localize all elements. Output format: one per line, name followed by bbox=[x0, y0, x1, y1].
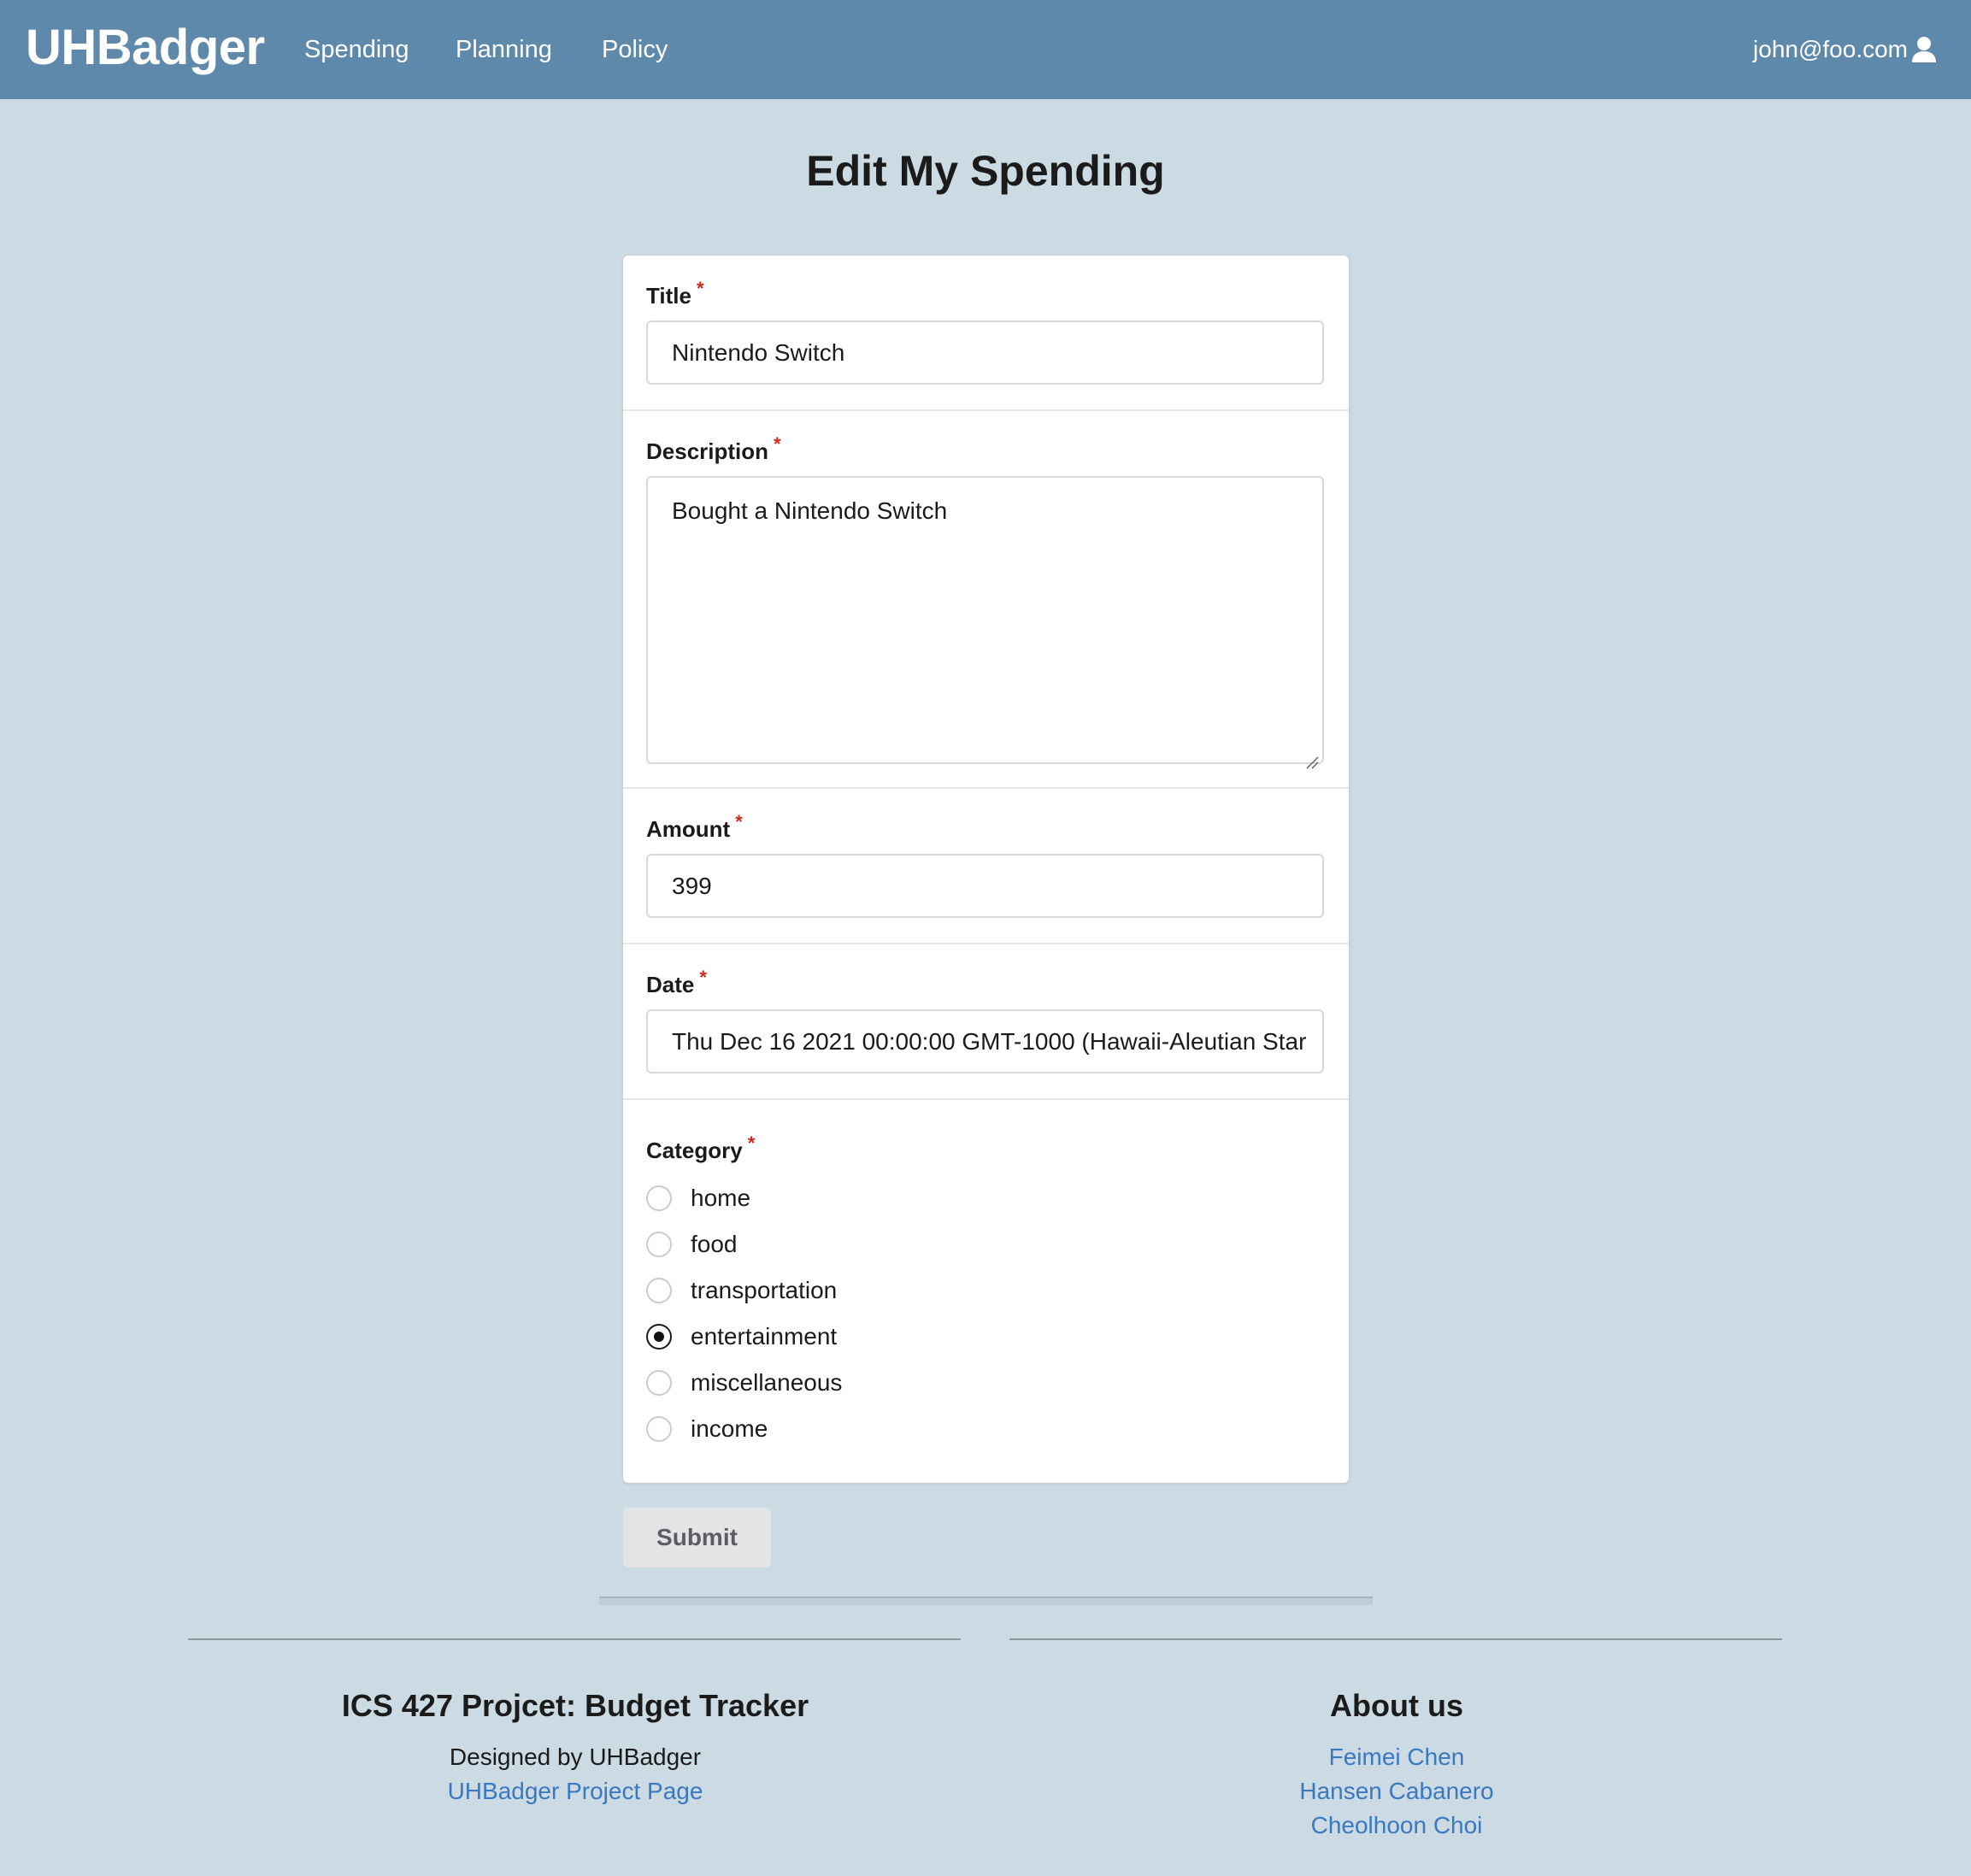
nav-planning[interactable]: Planning bbox=[456, 31, 552, 68]
required-marker: * bbox=[735, 811, 743, 832]
brand-logo[interactable]: UHBadger bbox=[26, 15, 265, 80]
radio-food[interactable] bbox=[646, 1232, 672, 1257]
description-label-text: Description bbox=[646, 438, 769, 464]
required-marker: * bbox=[747, 1132, 756, 1154]
amount-label-text: Amount bbox=[646, 816, 731, 842]
category-option-food[interactable]: food bbox=[646, 1227, 738, 1261]
category-option-miscellaneous[interactable]: miscellaneous bbox=[646, 1366, 842, 1400]
category-option-label: income bbox=[691, 1415, 768, 1442]
footer-designed-by: Designed by UHBadger bbox=[449, 1744, 702, 1770]
description-textarea[interactable]: Bought a Nintendo Switch bbox=[646, 476, 1324, 769]
category-option-income[interactable]: income bbox=[646, 1412, 768, 1446]
team-member-link[interactable]: Cheolhoon Choi bbox=[1009, 1808, 1784, 1843]
category-option-label: entertainment bbox=[691, 1323, 838, 1350]
amount-field-group: Amount * 399 bbox=[623, 789, 1349, 944]
team-member-link[interactable]: Hansen Cabanero bbox=[1009, 1774, 1784, 1808]
title-label-text: Title bbox=[646, 283, 691, 309]
category-option-label: food bbox=[691, 1231, 738, 1257]
nav-spending[interactable]: Spending bbox=[304, 31, 409, 68]
team-list: Feimei Chen Hansen Cabanero Cheolhoon Ch… bbox=[1009, 1740, 1784, 1843]
footer-divider-right bbox=[1009, 1638, 1782, 1640]
radio-miscellaneous[interactable] bbox=[646, 1370, 672, 1396]
category-option-label: home bbox=[691, 1185, 751, 1211]
description-field-group: Description * Bought a Nintendo Switch bbox=[623, 411, 1349, 789]
resize-grip-icon[interactable] bbox=[1305, 745, 1319, 769]
title-field-group: Title * Nintendo Switch bbox=[623, 256, 1349, 411]
radio-transportation[interactable] bbox=[646, 1278, 672, 1303]
title-label: Title * bbox=[646, 278, 704, 312]
footer-about-us: About us Feimei Chen Hansen Cabanero Che… bbox=[1009, 1684, 1784, 1843]
radio-home[interactable] bbox=[646, 1185, 672, 1211]
footer-project-title: ICS 427 Projcet: Budget Tracker bbox=[341, 1688, 809, 1723]
radio-entertainment[interactable] bbox=[646, 1324, 672, 1350]
category-option-label: transportation bbox=[691, 1277, 838, 1303]
user-icon bbox=[1911, 36, 1937, 63]
category-option-label: miscellaneous bbox=[691, 1369, 843, 1396]
description-label: Description * bbox=[646, 433, 781, 468]
about-us-heading: About us bbox=[1330, 1688, 1463, 1723]
category-option-entertainment[interactable]: entertainment bbox=[646, 1320, 837, 1354]
nav-policy[interactable]: Policy bbox=[602, 31, 668, 68]
category-label: Category * bbox=[646, 1132, 755, 1167]
user-email: john@foo.com bbox=[1753, 36, 1908, 62]
top-navbar: UHBadger Spending Planning Policy john@f… bbox=[0, 0, 1971, 99]
submit-button[interactable]: Submit bbox=[623, 1508, 771, 1567]
amount-label: Amount * bbox=[646, 811, 743, 845]
edit-spending-form: Title * Nintendo Switch Description * Boug… bbox=[623, 256, 1349, 1483]
form-divider bbox=[599, 1597, 1373, 1605]
description-text: Bought a Nintendo Switch bbox=[672, 497, 948, 524]
amount-input[interactable]: 399 bbox=[646, 854, 1324, 918]
date-label-text: Date bbox=[646, 972, 695, 997]
category-option-transportation[interactable]: transportation bbox=[646, 1273, 837, 1308]
date-label: Date * bbox=[646, 967, 707, 1001]
page-title: Edit My Spending bbox=[806, 147, 1165, 195]
footer-project-info: ICS 427 Projcet: Budget Tracker Designed… bbox=[188, 1684, 962, 1808]
category-label-text: Category bbox=[646, 1138, 743, 1163]
category-option-home[interactable]: home bbox=[646, 1181, 750, 1215]
category-field-group: Category * home food transportation enter… bbox=[623, 1100, 1349, 1483]
date-field-group: Date * Thu Dec 16 2021 00:00:00 GMT-1000 … bbox=[623, 944, 1349, 1100]
footer-divider-left bbox=[188, 1638, 961, 1640]
title-input[interactable]: Nintendo Switch bbox=[646, 321, 1324, 385]
required-marker: * bbox=[774, 433, 781, 455]
user-menu[interactable]: john@foo.com bbox=[1753, 31, 1937, 68]
radio-income[interactable] bbox=[646, 1416, 672, 1442]
date-input[interactable]: Thu Dec 16 2021 00:00:00 GMT-1000 (Hawai… bbox=[646, 1009, 1324, 1073]
team-member-link[interactable]: Feimei Chen bbox=[1009, 1740, 1784, 1774]
required-marker: * bbox=[699, 967, 707, 988]
required-marker: * bbox=[696, 278, 704, 299]
project-page-link[interactable]: UHBadger Project Page bbox=[188, 1774, 962, 1808]
